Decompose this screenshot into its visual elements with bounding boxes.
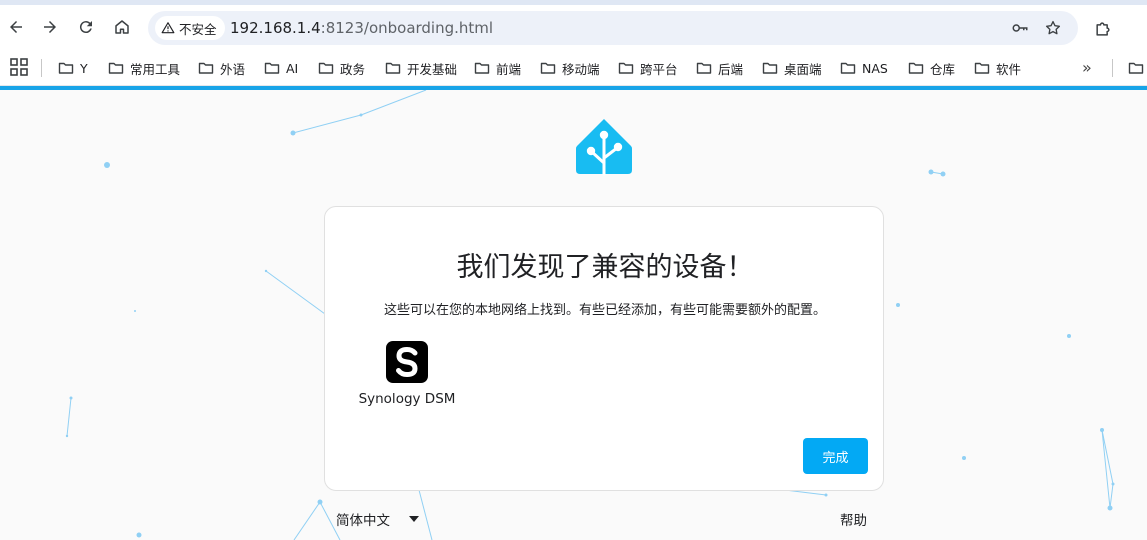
language-select[interactable]: 简体中文	[336, 508, 420, 530]
folder-icon	[840, 62, 856, 74]
bookmark-label: 后端	[718, 61, 744, 77]
bookmark-label: 前端	[496, 61, 522, 77]
address-bar[interactable]: 不安全 192.168.1.4:8123/onboarding.html	[148, 11, 1078, 45]
folder-icon	[618, 62, 634, 74]
folder-icon	[264, 62, 280, 74]
page-title: 我们发现了兼容的设备！	[456, 252, 754, 283]
device-name: Synology DSM	[358, 391, 456, 407]
bookmark-folder[interactable]: Y	[58, 55, 88, 81]
puzzle-icon	[1096, 22, 1110, 36]
bookmark-folder[interactable]: 政务	[318, 55, 365, 81]
language-value: 简体中文	[336, 513, 390, 529]
onboarding-card: 我们发现了兼容的设备！ 这些可以在您的本地网络上找到。有些已经添加，有些可能需要…	[324, 206, 884, 491]
browser-toolbar: 不安全 192.168.1.4:8123/onboarding.html	[0, 5, 1147, 50]
extensions-button[interactable]	[1092, 18, 1114, 40]
bookmark-label: AI	[286, 60, 299, 76]
url-text[interactable]: 192.168.1.4:8123/onboarding.html	[230, 11, 493, 45]
folder-icon	[58, 62, 74, 74]
folder-icon	[696, 62, 712, 74]
url-path: :8123/onboarding.html	[320, 19, 494, 37]
folder-icon	[908, 62, 924, 74]
reload-button[interactable]	[72, 13, 100, 41]
bookmarks-separator	[41, 59, 42, 77]
password-key-button[interactable]	[1010, 18, 1030, 38]
bookmark-label: 外语	[220, 61, 246, 77]
bookmark-folder[interactable]: 桌面端	[762, 55, 822, 81]
home-assistant-logo-icon	[576, 119, 632, 176]
bookmark-folder[interactable]: 跨平台	[618, 55, 678, 81]
folder-icon	[762, 62, 778, 74]
bookmark-label: 桌面端	[784, 61, 822, 77]
finish-button[interactable]: 完成	[803, 438, 868, 474]
folder-icon	[108, 62, 124, 74]
bookmark-label: 跨平台	[640, 61, 678, 77]
warning-icon	[161, 22, 175, 34]
device-item-synology[interactable]: Synology DSM	[355, 341, 459, 407]
bookmark-label: 仓库	[930, 61, 956, 77]
folder-icon	[540, 62, 556, 74]
forward-button[interactable]	[36, 13, 64, 41]
security-label: 不安全	[179, 21, 217, 37]
arrow-right-icon	[44, 21, 56, 33]
folder-icon	[385, 62, 401, 74]
bookmark-label: 开发基础	[407, 61, 458, 77]
folder-icon	[198, 62, 214, 74]
bookmark-folder[interactable]: 开发基础	[385, 55, 457, 81]
bookmark-label: Y	[80, 60, 88, 76]
bookmarks-overflow-button[interactable]: »	[1082, 58, 1092, 77]
synology-logo-icon	[386, 341, 428, 383]
help-link[interactable]: 帮助	[840, 509, 867, 529]
home-icon	[115, 20, 129, 34]
bookmark-folder[interactable]: NAS	[840, 55, 888, 81]
bookmark-folder[interactable]: AI	[264, 55, 298, 81]
bookmark-label: 移动端	[562, 61, 600, 77]
home-button[interactable]	[108, 13, 136, 41]
security-chip[interactable]: 不安全	[155, 16, 225, 40]
bookmark-folder[interactable]: 前端	[474, 55, 521, 81]
bookmark-label: 常用工具	[130, 61, 181, 77]
bookmark-folder[interactable]: 外语	[198, 55, 245, 81]
bookmark-label: 政务	[340, 61, 366, 77]
bookmarks-bar: Y 常用工具 外语 AI 政务 开发基础 前端 移动端 跨平台 后端 桌面端 N…	[0, 50, 1147, 86]
url-host: 192.168.1.4	[230, 19, 321, 37]
bookmark-folder[interactable]: 软件	[974, 55, 1021, 81]
star-icon	[1045, 20, 1061, 35]
reload-icon	[79, 21, 92, 34]
apps-grid-icon[interactable]	[10, 58, 28, 76]
bookmark-label: 软件	[996, 61, 1022, 77]
folder-icon	[974, 62, 990, 74]
back-button[interactable]	[2, 13, 30, 41]
bookmark-label: NAS	[862, 60, 888, 76]
bookmark-folder[interactable]: 移动端	[540, 55, 600, 81]
bookmark-folder[interactable]: 仓库	[908, 55, 955, 81]
folder-icon	[318, 62, 334, 74]
arrow-left-icon	[10, 21, 22, 33]
dropdown-arrow-icon	[409, 516, 419, 522]
folder-icon	[474, 62, 490, 74]
key-icon	[1012, 24, 1028, 32]
bookmark-folder[interactable]: 后端	[696, 55, 743, 81]
page-description: 这些可以在您的本地网络上找到。有些已经添加，有些可能需要额外的配置。	[383, 303, 826, 318]
bookmark-folder[interactable]: 常用工具	[108, 55, 180, 81]
bookmarks-separator	[1112, 59, 1113, 77]
bookmark-star-button[interactable]	[1043, 18, 1063, 38]
folder-icon[interactable]	[1128, 60, 1144, 76]
